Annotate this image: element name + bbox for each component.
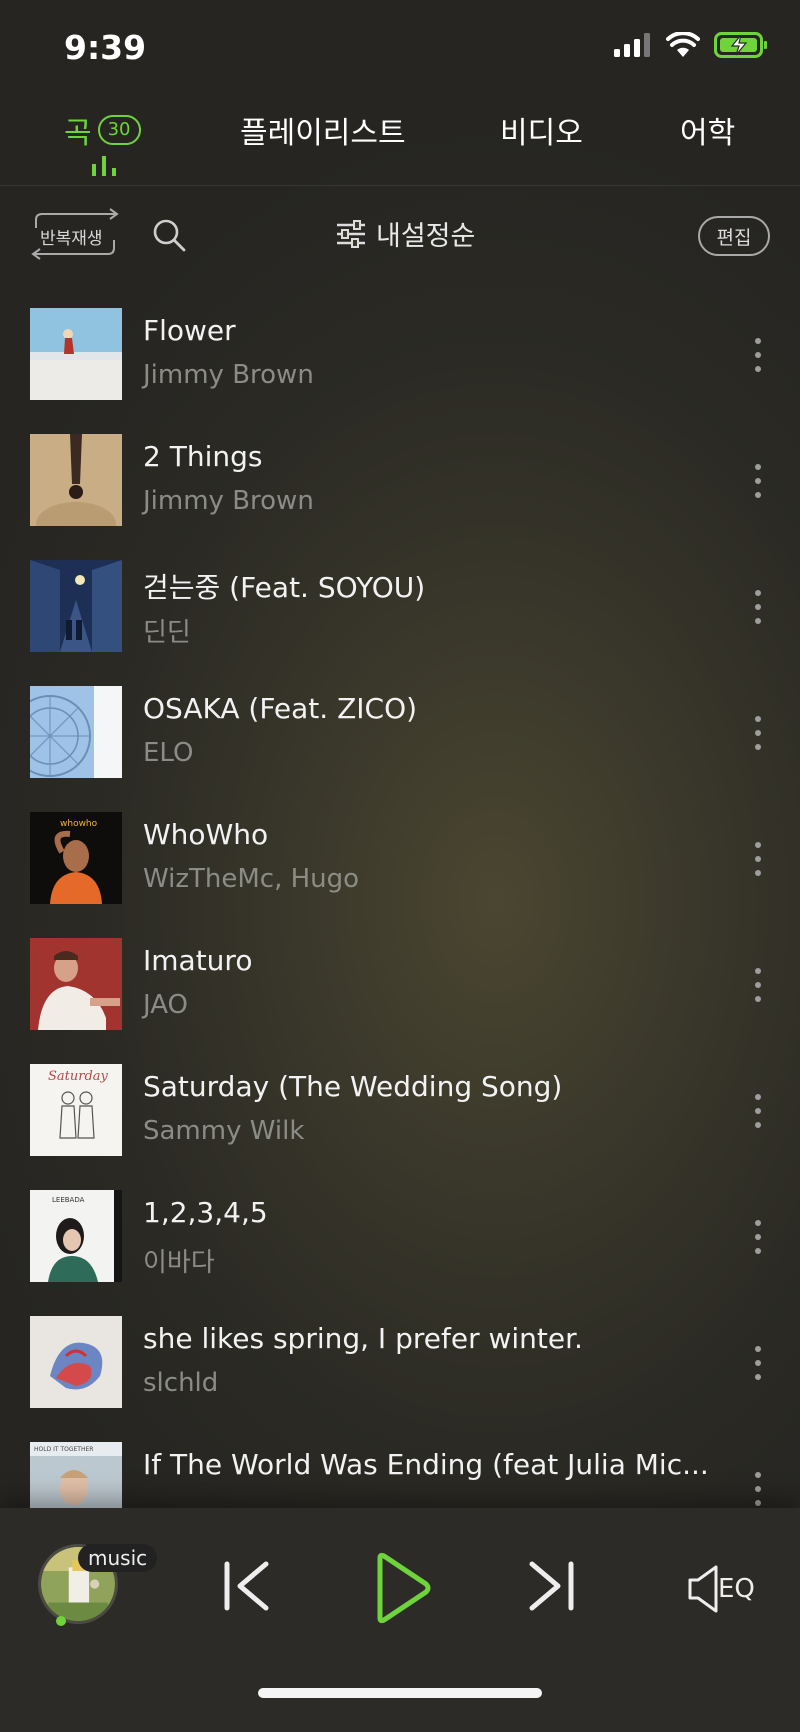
repeat-button[interactable]: 반복재생: [30, 208, 120, 260]
more-options-icon[interactable]: [746, 1346, 770, 1380]
more-options-icon[interactable]: [746, 1220, 770, 1254]
song-list: Flower Jimmy Brown 2 Things Jimmy Brown …: [0, 300, 800, 1508]
song-title: she likes spring, I prefer winter.: [143, 1322, 583, 1355]
eq-button[interactable]: EQ: [686, 1564, 755, 1614]
more-options-icon[interactable]: [746, 968, 770, 1002]
song-artist: WizTheMc, Hugo: [143, 864, 360, 894]
song-row-12345[interactable]: LEEBADA 1,2,3,4,5 이바다: [0, 1182, 800, 1308]
more-options-icon[interactable]: [746, 464, 770, 498]
song-title: Saturday (The Wedding Song): [143, 1070, 563, 1103]
battery-charging-icon: [714, 32, 767, 58]
more-options-icon[interactable]: [746, 1094, 770, 1128]
player-bar: music EQ: [0, 1508, 800, 1732]
status-bar: 9:39: [0, 0, 800, 96]
tab-songs-label: 곡: [64, 116, 92, 151]
song-artist: slchld: [143, 1368, 219, 1398]
status-icons: [614, 32, 768, 58]
more-options-icon[interactable]: [746, 590, 770, 624]
more-options-icon[interactable]: [746, 1472, 770, 1506]
previous-track-icon[interactable]: [222, 1560, 270, 1612]
music-badge: music: [78, 1544, 158, 1572]
album-hold-text: HOLD IT TOGETHER: [34, 1446, 93, 1453]
album-leebada-text: LEEBADA: [52, 1196, 85, 1204]
next-track-icon[interactable]: [528, 1560, 576, 1612]
album-whowho-text: whowho: [60, 819, 98, 829]
song-title: WhoWho: [143, 818, 269, 851]
song-artist: 이바다: [143, 1248, 215, 1278]
song-row-imaturo[interactable]: Imaturo JAO: [0, 930, 800, 1056]
song-row-osaka[interactable]: OSAKA (Feat. ZICO) ELO: [0, 678, 800, 804]
eq-label: EQ: [718, 1574, 755, 1604]
sort-button[interactable]: 내설정순: [336, 214, 475, 253]
song-title: 1,2,3,4,5: [143, 1196, 268, 1229]
album-art-2-things: [30, 434, 122, 526]
album-art-if-the-world-was-ending: HOLD IT TOGETHER: [30, 1442, 122, 1508]
progress-indicator: [56, 1616, 66, 1626]
album-art-osaka: [30, 686, 122, 778]
play-icon[interactable]: [374, 1552, 432, 1624]
sort-label: 내설정순: [376, 221, 476, 252]
tab-video[interactable]: 비디오: [500, 108, 583, 152]
song-title: Imaturo: [143, 944, 253, 977]
album-art-whowho: whowho: [30, 812, 122, 904]
song-row-saturday[interactable]: Saturday Saturday (The Wedding Song) Sam…: [0, 1056, 800, 1182]
song-title: 2 Things: [143, 440, 263, 473]
song-row-whowho[interactable]: whowho WhoWho WizTheMc, Hugo: [0, 804, 800, 930]
list-toolbar: 반복재생 내설정순 편집: [0, 206, 800, 266]
song-artist: JAO: [143, 990, 189, 1020]
edit-button[interactable]: 편집: [698, 216, 770, 256]
album-art-12345: LEEBADA: [30, 1190, 122, 1282]
sliders-icon: [337, 219, 365, 248]
tab-language[interactable]: 어학: [680, 108, 735, 152]
tab-bar: 곡 30 플레이리스트 비디오 어학: [0, 100, 800, 186]
speaker-icon: [688, 1565, 718, 1613]
tab-songs[interactable]: 곡 30: [64, 108, 141, 152]
song-artist: Jimmy Brown: [143, 486, 314, 516]
album-art-saturday: Saturday: [30, 1064, 122, 1156]
album-art-flower: [30, 308, 122, 400]
song-row-walking[interactable]: 걷는중 (Feat. SOYOU) 딘딘: [0, 552, 800, 678]
wifi-icon: [666, 32, 700, 57]
home-indicator[interactable]: [258, 1688, 542, 1698]
now-playing-indicator-icon: [92, 156, 116, 176]
song-title: 걷는중 (Feat. SOYOU): [143, 571, 426, 604]
song-row-she-likes-spring[interactable]: she likes spring, I prefer winter. slchl…: [0, 1308, 800, 1434]
song-artist: Jimmy Brown: [143, 360, 314, 390]
song-artist: Sammy Wilk: [143, 1116, 305, 1146]
song-title: Flower: [143, 314, 236, 347]
song-count-badge: 30: [97, 115, 141, 145]
song-artist: 딘딘: [143, 618, 191, 648]
album-saturday-text: Saturday: [48, 1069, 109, 1084]
song-title: OSAKA (Feat. ZICO): [143, 692, 418, 725]
more-options-icon[interactable]: [746, 842, 770, 876]
album-art-imaturo: [30, 938, 122, 1030]
album-art-she-likes-spring: [30, 1316, 122, 1408]
album-art-walking: [30, 560, 122, 652]
song-artist: ELO: [143, 738, 194, 768]
signal-icon: [614, 33, 650, 57]
song-row-if-the-world-was-ending[interactable]: HOLD IT TOGETHER If The World Was Ending…: [0, 1434, 800, 1508]
search-icon[interactable]: [152, 218, 186, 252]
more-options-icon[interactable]: [746, 338, 770, 372]
repeat-label: 반복재생: [40, 229, 103, 249]
more-options-icon[interactable]: [746, 716, 770, 750]
status-time: 9:39: [64, 28, 147, 67]
song-title: If The World Was Ending (feat Julia Mic.…: [143, 1448, 709, 1481]
song-row-2-things[interactable]: 2 Things Jimmy Brown: [0, 426, 800, 552]
song-row-flower[interactable]: Flower Jimmy Brown: [0, 300, 800, 426]
tab-playlist[interactable]: 플레이리스트: [240, 108, 406, 152]
